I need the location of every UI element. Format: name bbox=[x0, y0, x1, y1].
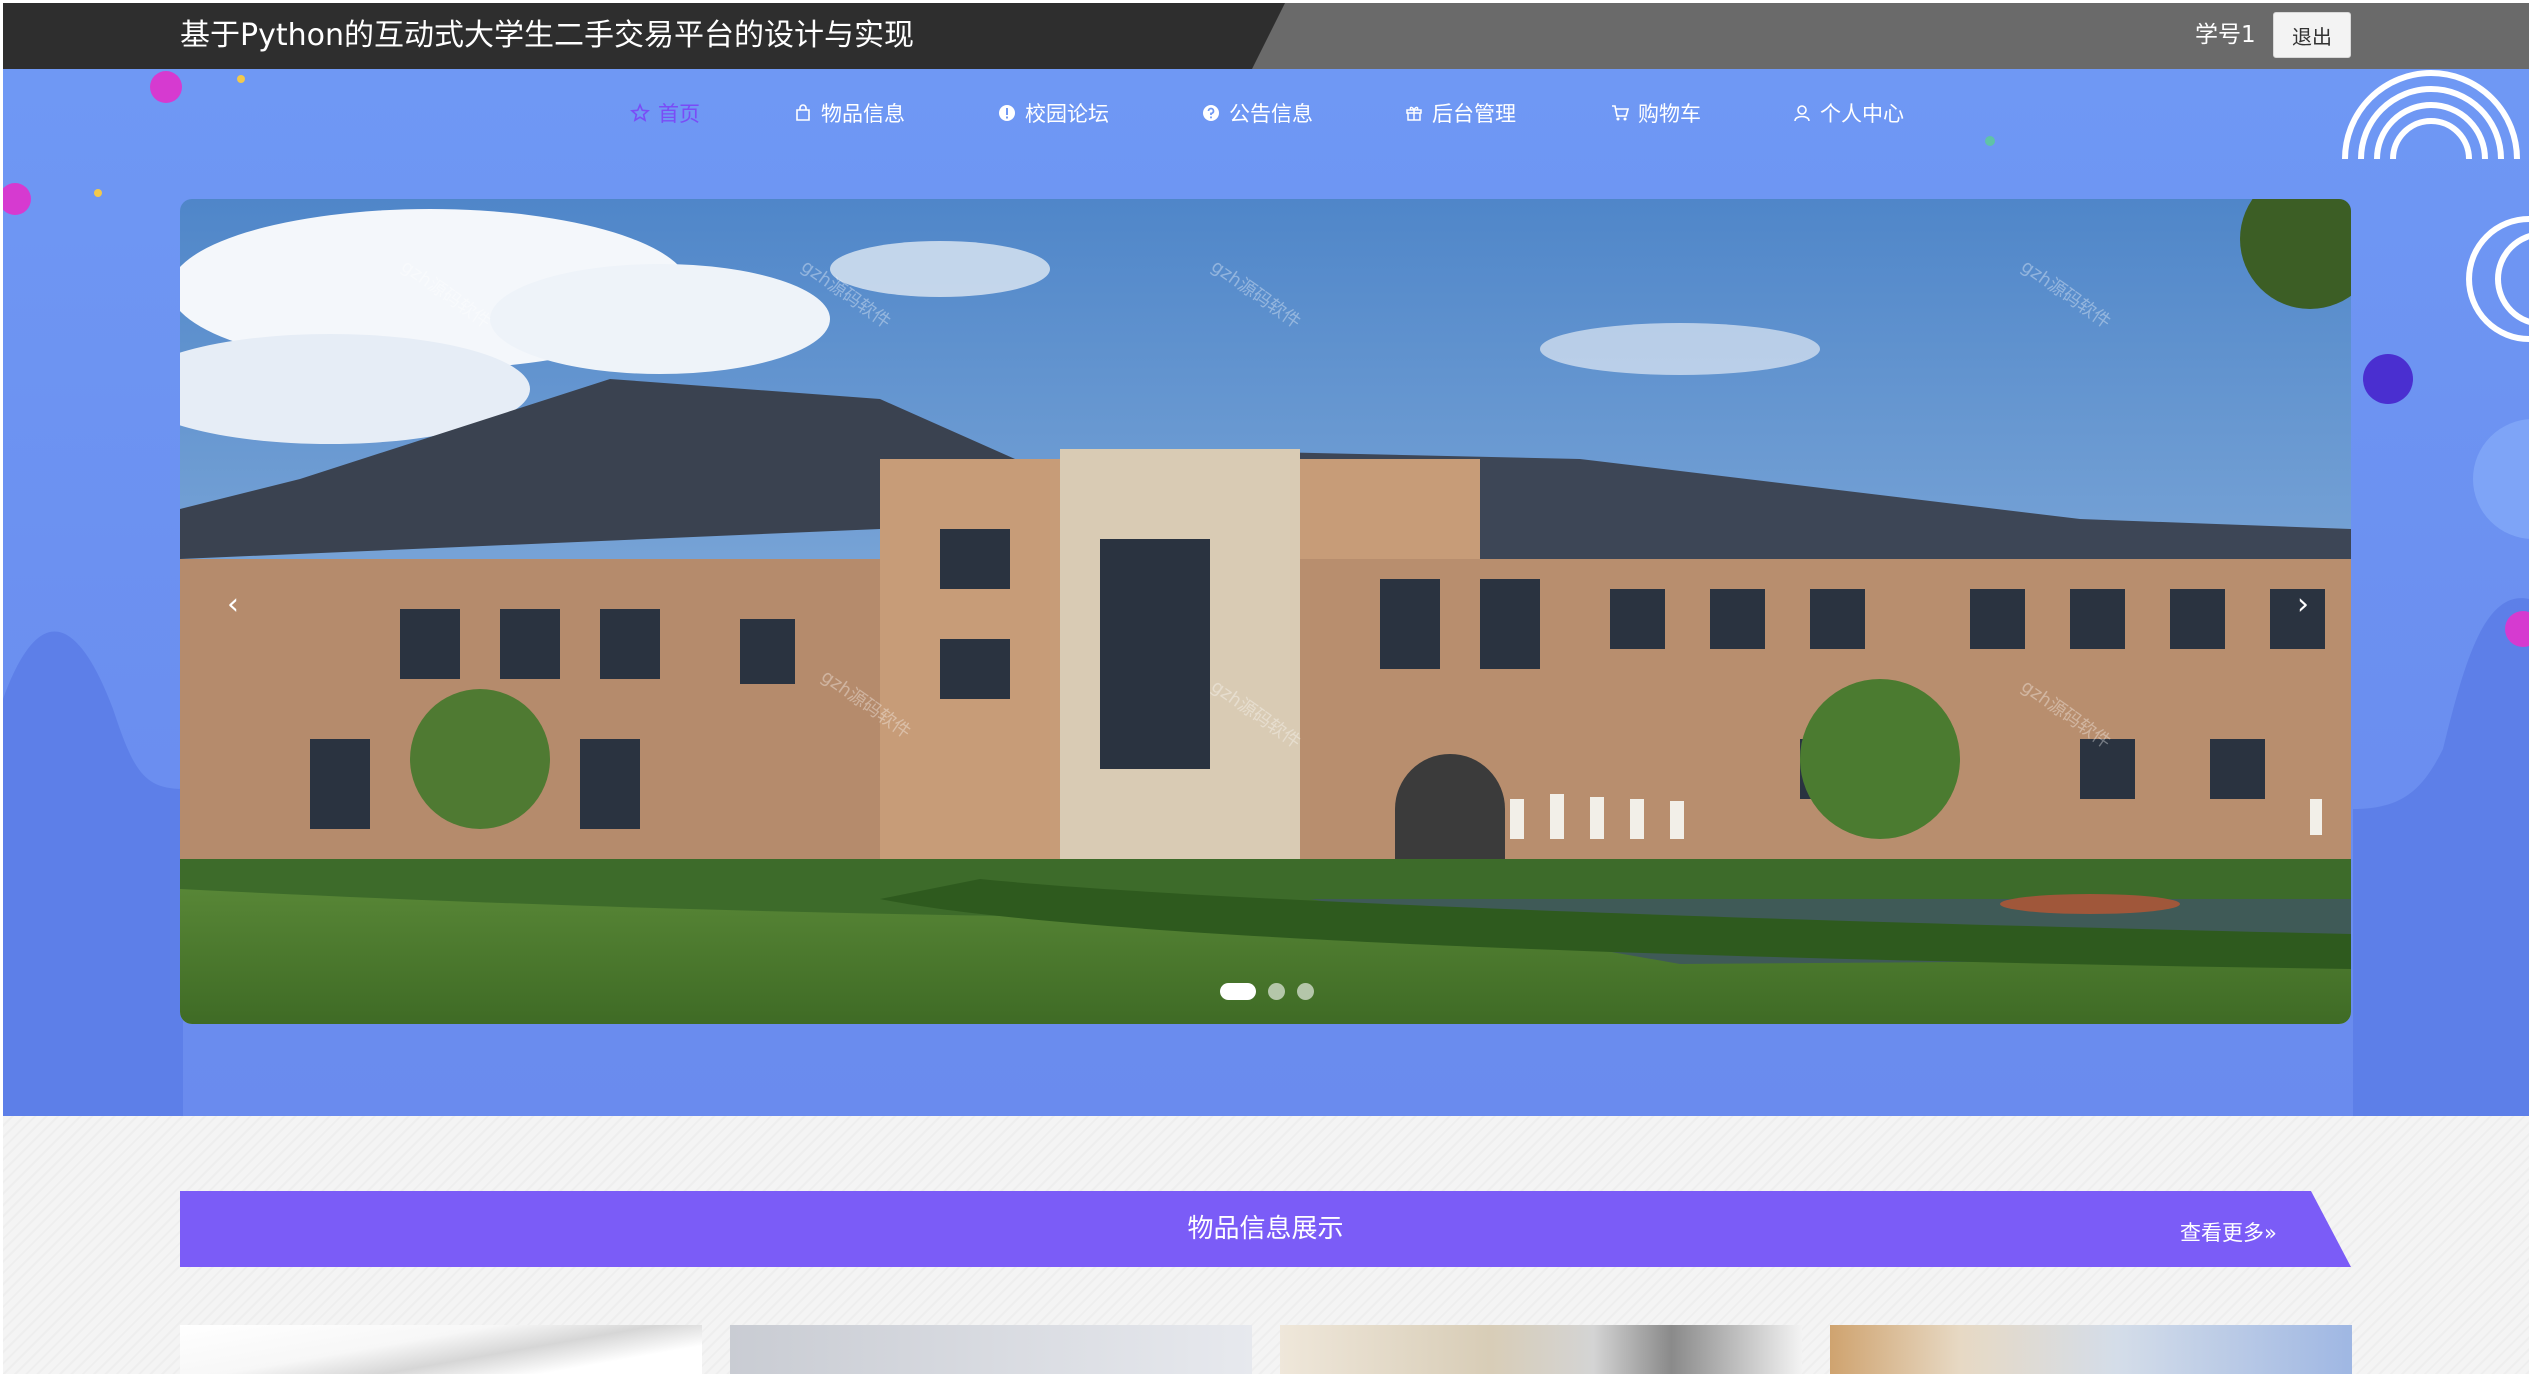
cart-icon bbox=[1612, 105, 1630, 121]
nav-item-admin[interactable]: 后台管理 bbox=[1404, 97, 1516, 129]
nav-item-label: 个人中心 bbox=[1820, 102, 1904, 126]
product-card-thumbnail[interactable] bbox=[730, 1325, 1252, 1374]
product-card-thumbnail[interactable] bbox=[1830, 1325, 2352, 1374]
nav-item-cart[interactable]: 购物车 bbox=[1610, 97, 1701, 129]
nav-item-label: 后台管理 bbox=[1432, 102, 1516, 126]
view-more-label: 查看更多 bbox=[2180, 1221, 2264, 1245]
top-bar: 基于Python的互动式大学生二手交易平台的设计与实现 学号1 退出 bbox=[3, 3, 2529, 69]
nav-item-notice[interactable]: 公告信息 bbox=[1201, 97, 1313, 129]
current-user-name: 学号1 bbox=[2195, 22, 2256, 48]
nav-item-goods[interactable]: 物品信息 bbox=[793, 97, 905, 129]
hero-section: 首页 物品信息 校园论坛 公告信息 后台管理 购物车 个人中心 gzh源码软件 … bbox=[3, 69, 2529, 1116]
nav-item-forum[interactable]: 校园论坛 bbox=[997, 97, 1109, 129]
campus-building-photo: gzh源码软件 gzh源码软件 gzh源码软件 gzh源码软件 gzh源码软件 … bbox=[180, 199, 2351, 1024]
banner-carousel[interactable]: gzh源码软件 gzh源码软件 gzh源码软件 gzh源码软件 gzh源码软件 … bbox=[180, 199, 2351, 1024]
user-icon bbox=[1794, 105, 1810, 122]
nav-item-label: 首页 bbox=[658, 102, 700, 126]
bag-icon bbox=[796, 104, 810, 121]
view-more-link[interactable]: 查看更多» bbox=[2180, 1217, 2277, 1247]
site-title: 基于Python的互动式大学生二手交易平台的设计与实现 bbox=[180, 18, 914, 53]
question-circle-icon bbox=[1203, 105, 1219, 121]
product-section-header: 物品信息展示 查看更多» bbox=[180, 1191, 2351, 1267]
product-card-thumbnail[interactable] bbox=[1280, 1325, 1802, 1374]
nav-item-label: 校园论坛 bbox=[1025, 102, 1109, 126]
carousel-next-button[interactable]: › bbox=[2288, 587, 2318, 622]
info-circle-icon bbox=[999, 105, 1015, 121]
nav-item-label: 公告信息 bbox=[1229, 102, 1313, 126]
page-frame: 基于Python的互动式大学生二手交易平台的设计与实现 学号1 退出 首页 物品… bbox=[3, 3, 2529, 1374]
carousel-indicators bbox=[1220, 983, 1314, 1000]
carousel-prev-button[interactable]: ‹ bbox=[218, 587, 248, 622]
nav-item-home[interactable]: 首页 bbox=[630, 97, 700, 129]
carousel-dot-1[interactable] bbox=[1220, 983, 1256, 1000]
product-card-thumbnail[interactable] bbox=[180, 1325, 702, 1374]
nav-item-profile[interactable]: 个人中心 bbox=[1792, 97, 1904, 129]
main-navigation: 首页 物品信息 校园论坛 公告信息 后台管理 购物车 个人中心 bbox=[3, 97, 2529, 129]
gift-icon bbox=[1406, 106, 1422, 121]
nav-item-label: 物品信息 bbox=[821, 102, 905, 126]
carousel-dot-3[interactable] bbox=[1297, 983, 1314, 1000]
carousel-dot-2[interactable] bbox=[1268, 983, 1285, 1000]
nav-item-label: 购物车 bbox=[1638, 102, 1701, 126]
star-icon bbox=[630, 103, 650, 122]
product-section: 物品信息展示 查看更多» bbox=[3, 1116, 2529, 1374]
product-section-title: 物品信息展示 bbox=[1187, 1214, 1344, 1244]
double-chevron-right-icon: » bbox=[2264, 1221, 2277, 1245]
product-card-list bbox=[180, 1325, 2352, 1374]
logout-button[interactable]: 退出 bbox=[2273, 12, 2351, 58]
